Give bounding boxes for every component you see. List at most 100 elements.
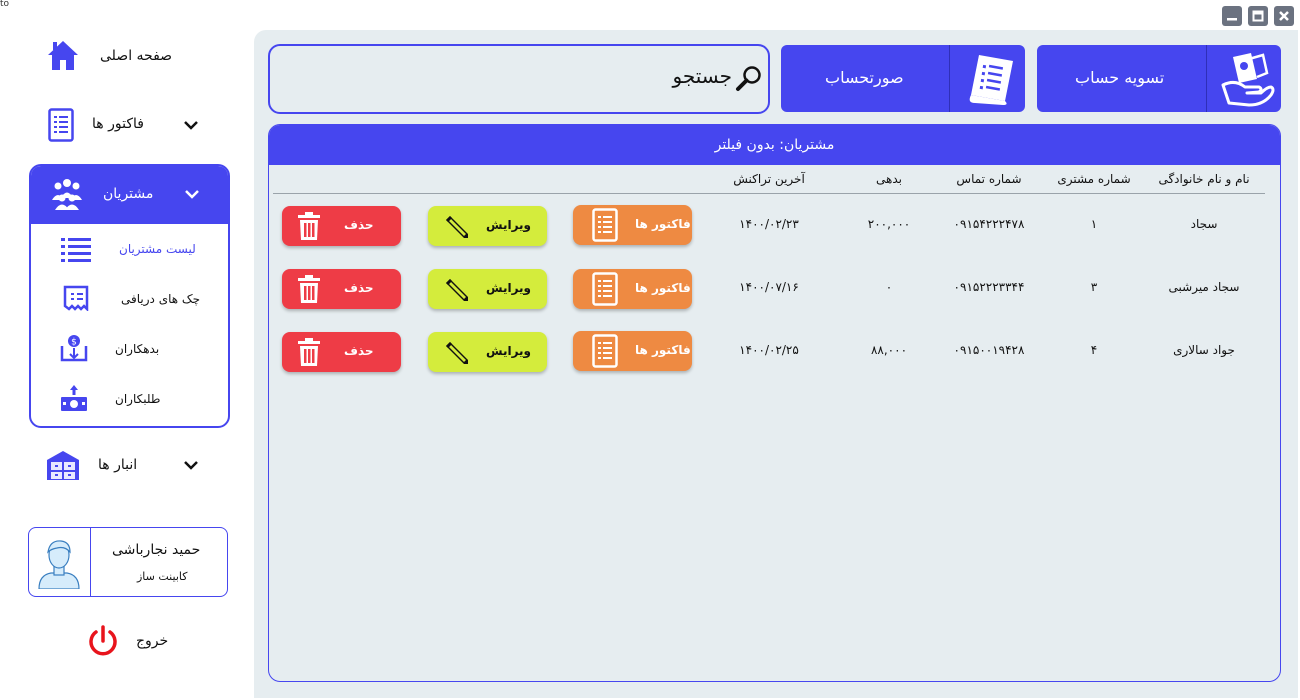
cell-debt: ۸۸,۰۰۰ xyxy=(870,343,908,357)
home-icon xyxy=(48,41,78,70)
search-icon xyxy=(736,66,761,91)
trash-icon xyxy=(298,338,320,366)
minimize-icon xyxy=(1227,18,1237,21)
customers-icon xyxy=(52,179,82,210)
user-name: حمید نجارباشی xyxy=(112,542,201,558)
row-edit-label: ویرایش xyxy=(486,344,532,358)
row-delete-label: حذف xyxy=(344,281,374,295)
cell-phone: ۰۹۱۵۲۲۲۳۳۴۴ xyxy=(953,280,1025,294)
column-header-phone: شماره تماس xyxy=(956,172,1022,186)
sub-item-label: لیست مشتریان xyxy=(119,242,196,256)
sidebar-invoices-label: فاکتور ها xyxy=(92,116,144,132)
row-delete-button[interactable]: حذف xyxy=(282,332,401,372)
check-receipt-icon xyxy=(63,285,89,311)
chevron-down-icon xyxy=(184,121,198,130)
invoice-button[interactable]: صورتحساب xyxy=(781,45,1025,112)
row-edit-label: ویرایش xyxy=(486,218,532,232)
trash-icon xyxy=(298,212,320,240)
pencil-icon xyxy=(446,279,468,301)
column-header-name: نام و نام خانوادگی xyxy=(1158,172,1250,186)
svg-text:$: $ xyxy=(71,338,77,348)
logout-label: خروج xyxy=(136,633,169,649)
list-icon xyxy=(61,238,91,262)
sidebar-item-warehouses[interactable]: انبار ها xyxy=(46,448,226,484)
cell-name: سجاد میرشبی xyxy=(1168,280,1240,294)
row-edit-button[interactable]: ویرایش xyxy=(428,332,547,372)
cell-debt: ۲۰۰,۰۰۰ xyxy=(867,217,911,231)
sub-item-label: طلبکاران xyxy=(115,392,161,406)
sidebar-item-invoices[interactable]: فاکتور ها xyxy=(46,106,226,144)
sidebar: صفحه اصلی فاکتور ها مشتریان لیست مشتریان… xyxy=(0,0,254,700)
cell-last-transaction: ۱۴۰۰/۰۲/۲۳ xyxy=(739,217,799,231)
settle-account-label: تسویه حساب xyxy=(1075,68,1165,87)
pencil-icon xyxy=(446,342,468,364)
invoice-button-label: صورتحساب xyxy=(825,68,904,87)
row-delete-button[interactable]: حذف xyxy=(282,206,401,246)
chevron-down-icon xyxy=(185,190,199,199)
row-delete-label: حذف xyxy=(344,344,374,358)
column-header-debt: بدهی xyxy=(876,172,902,186)
sidebar-home-label: صفحه اصلی xyxy=(100,48,173,64)
sidebar-item-home[interactable]: صفحه اصلی xyxy=(46,38,226,74)
row-invoices-button[interactable]: فاکتور ها xyxy=(573,205,692,245)
row-edit-button[interactable]: ویرایش xyxy=(428,269,547,309)
cell-last-transaction: ۱۴۰۰/۰۲/۲۵ xyxy=(739,343,799,357)
pencil-icon xyxy=(446,216,468,238)
settle-account-button[interactable]: تسویه حساب xyxy=(1037,45,1281,112)
row-delete-label: حذف xyxy=(344,218,374,232)
invoice-paper-icon xyxy=(969,55,1013,105)
invoice-icon xyxy=(592,272,618,306)
invoice-icon xyxy=(592,334,618,368)
column-header-last-transaction: آخرین تراکنش xyxy=(733,172,805,186)
sub-item-label: بدهکاران xyxy=(115,342,160,356)
row-edit-label: ویرایش xyxy=(486,281,532,295)
minimize-button[interactable] xyxy=(1222,6,1242,26)
creditors-icon xyxy=(61,385,87,411)
cell-phone: ۰۹۱۵۴۲۲۲۴۷۸ xyxy=(953,217,1025,231)
sidebar-warehouses-label: انبار ها xyxy=(98,457,138,473)
row-edit-button[interactable]: ویرایش xyxy=(428,206,547,246)
row-invoices-button[interactable]: فاکتور ها xyxy=(573,331,692,371)
customers-table-panel: مشتریان: بدون فیلتر نام و نام خانوادگی ش… xyxy=(268,124,1281,682)
sidebar-item-received-checks[interactable]: چک های دریافی xyxy=(31,280,228,320)
invoice-icon xyxy=(592,208,618,242)
sidebar-customers-label: مشتریان xyxy=(103,186,154,202)
trash-icon xyxy=(298,275,320,303)
cell-customer-id: ۱ xyxy=(1090,217,1098,231)
column-header-customer-id: شماره مشتری xyxy=(1057,172,1131,186)
row-delete-button[interactable]: حذف xyxy=(282,269,401,309)
sidebar-item-creditors[interactable]: طلبکاران xyxy=(31,380,228,420)
close-button[interactable] xyxy=(1274,6,1294,26)
payment-hand-icon xyxy=(1221,53,1275,107)
customers-group: مشتریان لیست مشتریان چک های دریافی $ بده xyxy=(29,164,230,428)
row-invoices-label: فاکتور ها xyxy=(635,217,691,231)
row-invoices-label: فاکتور ها xyxy=(635,281,691,295)
row-invoices-button[interactable]: فاکتور ها xyxy=(573,269,692,309)
sidebar-item-debtors[interactable]: $ بدهکاران xyxy=(31,330,228,370)
cell-last-transaction: ۱۴۰۰/۰۷/۱۶ xyxy=(739,280,799,294)
window-controls xyxy=(1222,6,1294,26)
maximize-button[interactable] xyxy=(1248,6,1268,26)
cell-name: سجاد xyxy=(1190,217,1218,231)
user-profile-card[interactable]: حمید نجارباشی کابینت ساز xyxy=(28,527,228,597)
avatar xyxy=(29,528,91,596)
sub-item-label: چک های دریافی xyxy=(121,292,201,306)
search-input[interactable]: جستجو xyxy=(268,44,770,114)
cell-phone: ۰۹۱۵۰۰۱۹۴۲۸ xyxy=(953,343,1025,357)
sidebar-item-customers[interactable]: مشتریان xyxy=(31,166,228,224)
chevron-down-icon xyxy=(184,461,198,470)
power-icon xyxy=(89,625,117,656)
main-content: جستجو صورتحساب تسویه حساب مشتریان: بدون … xyxy=(254,30,1298,698)
cell-customer-id: ۴ xyxy=(1090,343,1098,357)
maximize-icon xyxy=(1252,10,1264,22)
cell-customer-id: ۳ xyxy=(1090,280,1098,294)
search-placeholder: جستجو xyxy=(672,64,732,88)
close-icon xyxy=(1279,11,1289,21)
warehouse-icon xyxy=(47,451,79,480)
user-role: کابینت ساز xyxy=(137,570,188,583)
logout-button[interactable]: خروج xyxy=(86,624,206,660)
user-avatar-icon xyxy=(38,540,80,589)
sidebar-item-customer-list[interactable]: لیست مشتریان xyxy=(31,230,228,270)
cell-debt: ۰ xyxy=(885,280,893,294)
debtors-icon: $ xyxy=(60,335,88,362)
